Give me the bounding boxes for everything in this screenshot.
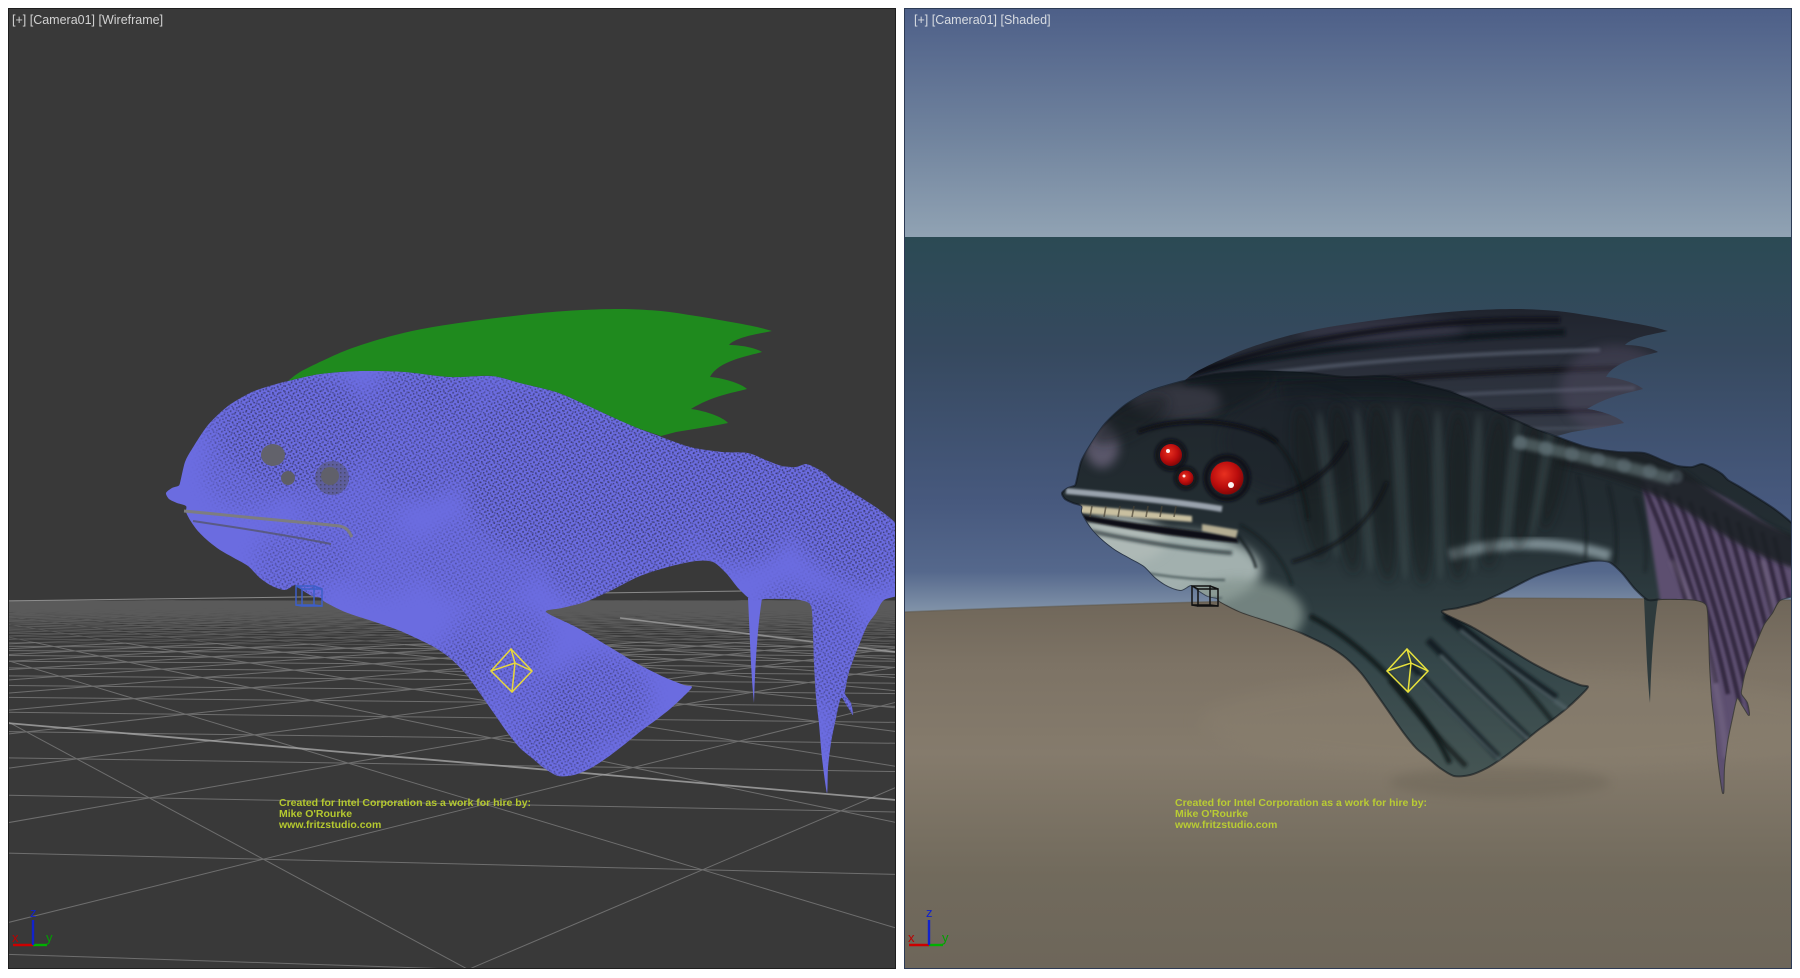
svg-text:y: y [46, 930, 53, 945]
svg-text:www.fritzstudio.com: www.fritzstudio.com [1174, 819, 1277, 831]
svg-text:[+] [Camera01] [Shaded]: [+] [Camera01] [Shaded] [914, 13, 1051, 27]
svg-text:x: x [12, 930, 19, 945]
svg-text:www.fritzstudio.com: www.fritzstudio.com [278, 819, 381, 831]
svg-text:z: z [30, 905, 37, 920]
svg-text:[+] [Camera01] [Wireframe]: [+] [Camera01] [Wireframe] [12, 13, 163, 27]
svg-text:z: z [926, 905, 933, 920]
svg-text:x: x [908, 930, 915, 945]
svg-text:y: y [942, 930, 949, 945]
